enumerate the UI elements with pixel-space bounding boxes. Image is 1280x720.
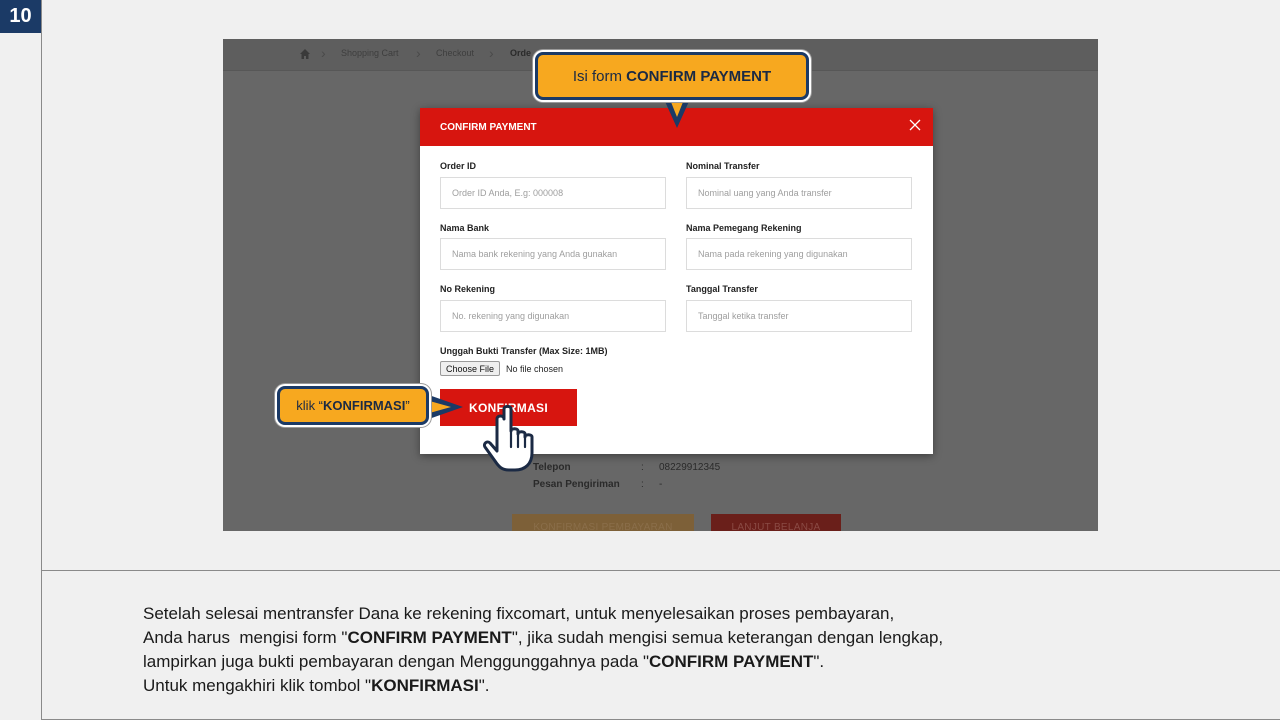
callout-left-suffix: ” xyxy=(405,398,410,413)
instruction-line-2: Anda harus mengisi form "CONFIRM PAYMENT… xyxy=(143,626,1143,650)
callout-left-bold: KONFIRMASI xyxy=(323,398,406,413)
instruction-line-3-a: lampirkan juga bukti pembayaran dengan M… xyxy=(143,652,650,671)
hand-pointer-icon xyxy=(483,404,534,472)
instruction-line-4: Untuk mengakhiri klik tombol "KONFIRMASI… xyxy=(143,674,1143,698)
callout-left-prefix: klik “ xyxy=(296,398,324,413)
no-rekening-label: No Rekening xyxy=(440,284,496,294)
chevron-right-icon: › xyxy=(321,45,326,61)
no-rekening-input[interactable]: No. rekening yang digunakan xyxy=(440,300,666,332)
nama-bank-label: Nama Bank xyxy=(440,223,490,233)
telepon-value: 08229912345 xyxy=(659,462,721,473)
modal-title: CONFIRM PAYMENT xyxy=(440,122,537,133)
tanggal-transfer-label: Tanggal Transfer xyxy=(686,284,758,294)
chevron-right-icon: › xyxy=(416,45,421,61)
telepon-colon: : xyxy=(641,462,644,473)
instruction-line-2-c: ", jika sudah mengisi semua keterangan d… xyxy=(511,628,944,647)
pesan-value: - xyxy=(659,479,663,490)
nama-pemegang-input[interactable]: Nama pada rekening yang digunakan xyxy=(686,238,912,270)
breadcrumb-checkout[interactable]: Checkout xyxy=(436,48,474,58)
lanjut-belanja-button[interactable]: LANJUT BELANJA xyxy=(711,514,841,531)
callout-top-bold: CONFIRM PAYMENT xyxy=(626,67,772,85)
step-badge: 10 xyxy=(0,0,41,33)
instruction-line-4-a: Untuk mengakhiri klik tombol " xyxy=(143,676,372,695)
callout-top-prefix: Isi form xyxy=(572,67,627,85)
upload-label: Unggah Bukti Transfer (Max Size: 1MB) xyxy=(440,346,608,356)
konfirmasi-pembayaran-button[interactable]: KONFIRMASI PEMBAYARAN xyxy=(512,514,694,531)
callout-pointer-left xyxy=(426,394,463,420)
instruction-line-4-b: KONFIRMASI xyxy=(371,676,479,695)
instruction-line-3: lampirkan juga bukti pembayaran dengan M… xyxy=(143,650,1143,674)
instruction-line-3-c: ". xyxy=(813,652,825,671)
instruction-line-1: Setelah selesai mentransfer Dana ke reke… xyxy=(143,604,895,623)
slide-divider xyxy=(41,570,1280,571)
order-id-label: Order ID xyxy=(440,161,477,171)
instructions: Setelah selesai mentransfer Dana ke reke… xyxy=(143,602,1143,698)
breadcrumb-order: Orde xyxy=(510,48,532,58)
nominal-transfer-label: Nominal Transfer xyxy=(686,161,760,171)
callout-pointer-top xyxy=(663,97,691,128)
pesan-label: Pesan Pengiriman xyxy=(533,479,620,490)
instruction-line-4-c: ". xyxy=(478,676,490,695)
pesan-colon: : xyxy=(641,479,644,490)
tanggal-transfer-input[interactable]: Tanggal ketika transfer xyxy=(686,300,912,332)
nominal-transfer-input[interactable]: Nominal uang yang Anda transfer xyxy=(686,177,912,209)
callout-click-konfirmasi: klik “ KONFIRMASI ” xyxy=(277,386,429,425)
nama-pemegang-label: Nama Pemegang Rekening xyxy=(686,223,802,233)
instruction-line-2-b: CONFIRM PAYMENT xyxy=(347,628,512,647)
nama-bank-input[interactable]: Nama bank rekening yang Anda gunakan xyxy=(440,238,666,270)
chevron-right-icon: › xyxy=(489,45,494,61)
instruction-line-3-b: CONFIRM PAYMENT xyxy=(649,652,814,671)
close-icon[interactable] xyxy=(907,117,923,133)
choose-file-button[interactable]: Choose File xyxy=(440,361,501,376)
instruction-line-2-a: Anda harus mengisi form " xyxy=(143,628,348,647)
callout-fill-form: Isi form CONFIRM PAYMENT xyxy=(535,52,809,100)
breadcrumb-shopping-cart[interactable]: Shopping Cart xyxy=(341,48,399,58)
home-icon[interactable] xyxy=(299,48,311,60)
file-status: No file chosen xyxy=(506,364,564,374)
order-id-input[interactable]: Order ID Anda, E.g: 000008 xyxy=(440,177,666,209)
